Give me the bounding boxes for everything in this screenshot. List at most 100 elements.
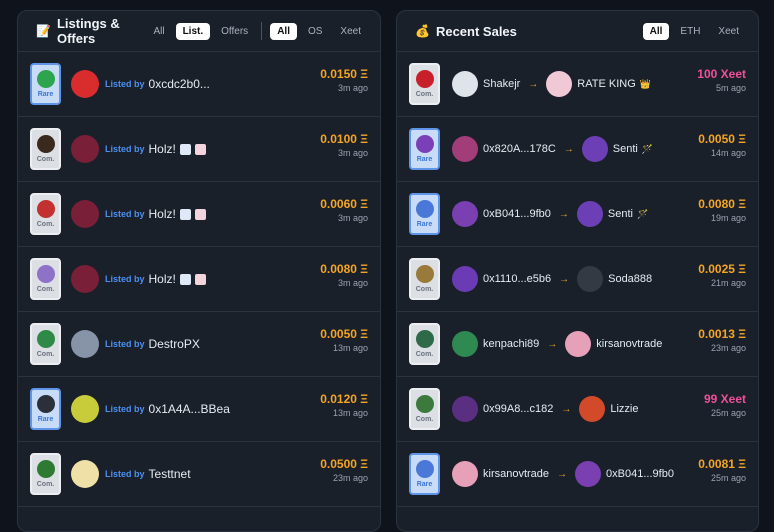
tab-sales-all[interactable]: All xyxy=(642,22,670,40)
item-image xyxy=(36,460,55,478)
lister-name[interactable]: Holz! xyxy=(149,272,176,286)
buyer-name[interactable]: kirsanovtrade xyxy=(596,338,662,350)
item-thumbnail[interactable]: Com. xyxy=(409,63,440,105)
listed-by-label: Listed by xyxy=(105,404,145,414)
lister-avatar[interactable] xyxy=(71,70,99,98)
lister-name[interactable]: Testtnet xyxy=(149,467,191,481)
sale-row[interactable]: Rare 0x820A...178C → Senti 🪄 0.0050 Ξ 14m ago xyxy=(397,117,758,182)
sale-row[interactable]: Com. kenpachi89 → kirsanovtrade 0.0013 Ξ 23m … xyxy=(397,312,758,377)
seller-avatar[interactable] xyxy=(452,201,478,227)
buyer-avatar[interactable] xyxy=(576,201,603,227)
item-image xyxy=(36,200,55,218)
listing-row[interactable]: Com. Listed by DestroPX 0.0050 Ξ 13m ago xyxy=(18,312,380,377)
buyer-name[interactable]: Soda888 xyxy=(608,273,652,285)
rarity-badge: Com. xyxy=(36,351,55,358)
seller-avatar[interactable] xyxy=(452,266,478,292)
sales-header: 💰 Recent Sales All ETH Xeet xyxy=(397,11,758,52)
lister-name[interactable]: Holz! xyxy=(149,207,176,221)
lister-name[interactable]: 0xcdc2b0... xyxy=(149,77,210,91)
seller-name[interactable]: 0x99A8...c182 xyxy=(483,403,553,415)
tab-all-types[interactable]: All xyxy=(146,23,171,40)
item-thumbnail[interactable]: Com. xyxy=(30,128,61,170)
tab-xeet[interactable]: Xeet xyxy=(333,23,368,40)
seller-avatar[interactable] xyxy=(452,136,478,162)
listing-row[interactable]: Rare Listed by 0x1A4A...BBea 0.0120 Ξ 13m ag… xyxy=(18,377,380,442)
buyer-name[interactable]: Senti xyxy=(608,208,633,220)
buyer-avatar[interactable] xyxy=(581,136,608,162)
lister-avatar[interactable] xyxy=(71,330,99,358)
tab-all-sources[interactable]: All xyxy=(270,22,297,40)
rarity-badge: Rare xyxy=(416,156,433,163)
buyer-name[interactable]: Lizzie xyxy=(610,403,638,415)
buyer-avatar[interactable] xyxy=(575,461,602,487)
buyer-name[interactable]: RATE KING xyxy=(577,78,635,90)
seller-name[interactable]: Shakejr xyxy=(483,78,520,90)
seller-avatar[interactable] xyxy=(452,396,478,422)
item-thumbnail[interactable]: Rare xyxy=(409,128,440,170)
seller-name[interactable]: 0x820A...178C xyxy=(483,143,556,155)
sale-row[interactable]: Com. Shakejr → RATE KING 👑 100 Xeet 5m ago xyxy=(397,52,758,117)
lister-avatar[interactable] xyxy=(71,395,99,423)
item-thumbnail[interactable]: Com. xyxy=(30,193,61,235)
listing-row[interactable]: Com. Listed by Holz! 0.0100 Ξ 3m ago xyxy=(18,117,380,182)
sale-price: 0.0080 Ξ xyxy=(698,197,746,211)
buyer-avatar[interactable] xyxy=(579,396,606,422)
sale-row[interactable]: Rare kirsanovtrade → 0xB041...9fb0 0.0081 Ξ 2… xyxy=(397,442,758,507)
tab-offers[interactable]: Offers xyxy=(214,23,255,40)
buyer-avatar[interactable] xyxy=(577,266,604,292)
lister-avatar[interactable] xyxy=(71,460,99,488)
listed-by-label: Listed by xyxy=(105,469,145,479)
chart-up-icon xyxy=(179,273,191,285)
sales-title: Recent Sales xyxy=(435,23,517,39)
item-thumbnail[interactable]: Rare xyxy=(409,453,440,495)
item-thumbnail[interactable]: Com. xyxy=(30,323,61,365)
buyer-name[interactable]: 0xB041...9fb0 xyxy=(606,468,674,480)
lister-name[interactable]: Holz! xyxy=(149,142,176,156)
listing-row[interactable]: Com. Listed by Holz! 0.0080 Ξ 3m ago xyxy=(18,247,380,312)
sales-list: Com. Shakejr → RATE KING 👑 100 Xeet 5m ago Rare… xyxy=(397,52,758,507)
listing-time: 13m ago xyxy=(332,408,368,418)
lister-avatar[interactable] xyxy=(71,265,99,293)
seller-name[interactable]: kenpachi89 xyxy=(483,338,539,350)
tab-listings[interactable]: List. xyxy=(175,22,211,40)
lister-name[interactable]: 0x1A4A...BBea xyxy=(149,402,230,416)
sale-row[interactable]: Com. 0x99A8...c182 → Lizzie 99 Xeet 25m ago xyxy=(397,377,758,442)
tab-sales-xeet[interactable]: Xeet xyxy=(711,23,746,40)
listing-row[interactable]: Com. Listed by Holz! 0.0060 Ξ 3m ago xyxy=(18,182,380,247)
seller-avatar[interactable] xyxy=(452,71,478,97)
sale-price: 0.0025 Ξ xyxy=(698,262,746,276)
buyer-name[interactable]: Senti xyxy=(613,143,638,155)
item-thumbnail[interactable]: Com. xyxy=(409,323,440,365)
item-image xyxy=(415,135,434,153)
seller-name[interactable]: kirsanovtrade xyxy=(483,468,549,480)
seller-name[interactable]: 0xB041...9fb0 xyxy=(483,208,551,220)
sale-parties: 0x1110...e5b6 → Soda888 xyxy=(452,266,652,292)
sale-row[interactable]: Com. 0x1110...e5b6 → Soda888 0.0025 Ξ 21m ago xyxy=(397,247,758,312)
listing-time: 3m ago xyxy=(337,83,368,93)
lister-avatar[interactable] xyxy=(71,200,99,228)
lister-avatar[interactable] xyxy=(71,135,99,163)
tab-sales-eth[interactable]: ETH xyxy=(673,23,707,40)
item-thumbnail[interactable]: Com. xyxy=(409,388,440,430)
sale-time: 19m ago xyxy=(710,213,746,223)
money-bag-icon: 💰 xyxy=(415,24,430,38)
item-thumbnail[interactable]: Rare xyxy=(409,193,440,235)
listing-price: 0.0500 Ξ xyxy=(320,457,368,471)
item-thumbnail[interactable]: Com. xyxy=(409,258,440,300)
listing-row[interactable]: Rare Listed by 0xcdc2b0... 0.0150 Ξ 3m ago xyxy=(18,52,380,117)
seller-name[interactable]: 0x1110...e5b6 xyxy=(483,273,551,285)
buyer-avatar[interactable] xyxy=(546,71,573,97)
seller-avatar[interactable] xyxy=(452,461,478,487)
item-thumbnail[interactable]: Rare xyxy=(30,388,61,430)
item-thumbnail[interactable]: Rare xyxy=(30,63,61,105)
sale-time: 5m ago xyxy=(715,83,746,93)
buyer-avatar[interactable] xyxy=(565,331,592,357)
listing-row[interactable]: Com. Listed by Testtnet 0.0500 Ξ 23m ago xyxy=(18,442,380,507)
lister-name[interactable]: DestroPX xyxy=(149,337,200,351)
seller-avatar[interactable] xyxy=(452,331,478,357)
arrow-right-icon: → xyxy=(557,468,568,480)
item-thumbnail[interactable]: Com. xyxy=(30,258,61,300)
item-thumbnail[interactable]: Com. xyxy=(30,453,61,495)
tab-os[interactable]: OS xyxy=(301,23,329,40)
sale-row[interactable]: Rare 0xB041...9fb0 → Senti 🪄 0.0080 Ξ 19m ago xyxy=(397,182,758,247)
